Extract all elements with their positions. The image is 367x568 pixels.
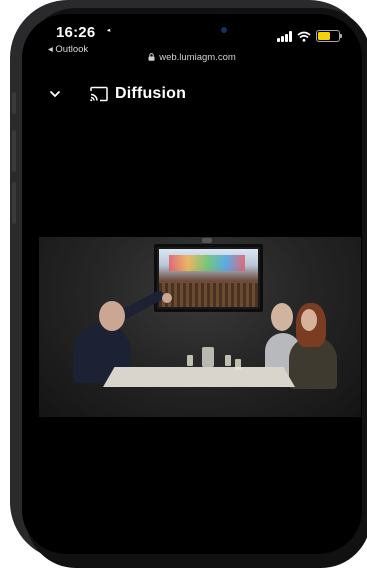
wifi-icon	[297, 31, 311, 42]
notch	[110, 14, 280, 50]
wall-tv	[154, 244, 263, 312]
battery-level	[318, 32, 330, 40]
cast-icon[interactable]	[89, 86, 109, 102]
front-camera	[221, 27, 227, 33]
person-middle-head	[271, 303, 293, 331]
url-text: web.lumiagm.com	[159, 52, 236, 63]
browser-url-bar[interactable]: web.lumiagm.com	[22, 52, 362, 63]
app-header: Diffusion	[22, 78, 362, 112]
volume-down-button	[12, 182, 16, 224]
conference-camera	[202, 238, 212, 243]
mute-switch	[12, 92, 16, 114]
glass	[225, 355, 231, 366]
glass	[235, 359, 241, 370]
meeting-table	[103, 367, 295, 387]
chevron-down-icon[interactable]	[48, 87, 62, 101]
status-icons	[277, 30, 342, 42]
volume-up-button	[12, 130, 16, 172]
phone-screen: 16:26 ◂ Outlook web.lumiagm.com Diffusio…	[22, 14, 362, 554]
person-left-head	[99, 301, 125, 331]
glass	[187, 355, 193, 366]
battery-icon	[316, 30, 342, 42]
water-jug	[202, 347, 214, 367]
lock-icon	[148, 53, 155, 61]
status-time: 16:26	[56, 24, 96, 41]
video-player[interactable]	[39, 237, 361, 417]
person-right-face	[301, 309, 317, 331]
page-title: Diffusion	[115, 85, 187, 102]
